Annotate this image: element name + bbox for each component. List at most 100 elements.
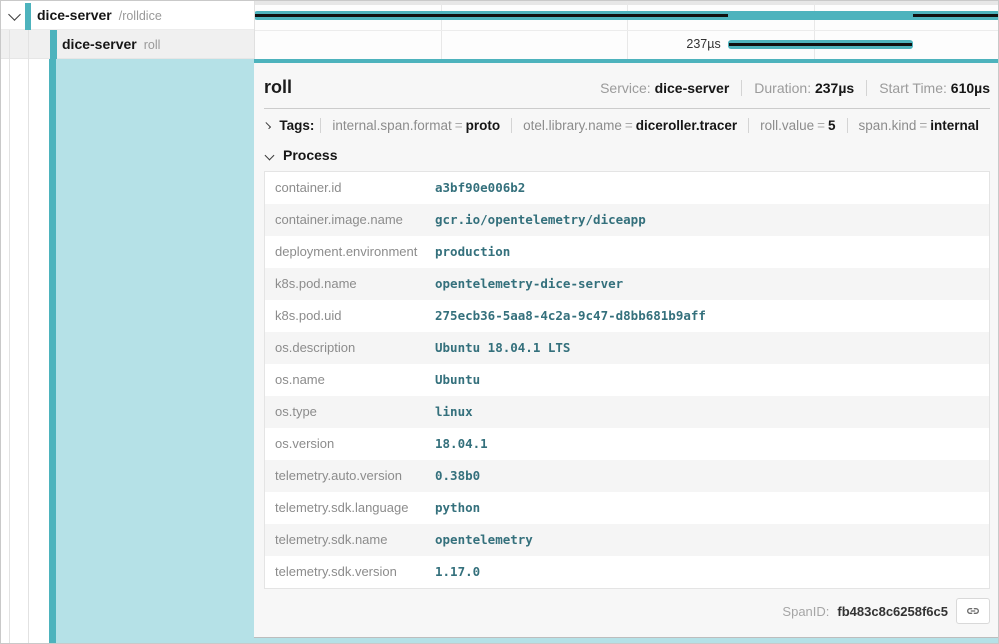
table-row: os.typelinux [265, 396, 990, 428]
name-column-divider[interactable] [254, 1, 255, 59]
trace-view: 237µs dice-server/rolldice dice-serverro… [0, 0, 999, 644]
table-row: telemetry.sdk.languagepython [265, 492, 990, 524]
chevron-down-icon[interactable] [265, 150, 275, 160]
table-row: deployment.environmentproduction [265, 236, 990, 268]
span-detail-header: roll Service: dice-server Duration: 237µ… [264, 63, 990, 108]
table-row: os.version18.04.1 [265, 428, 990, 460]
table-row: os.nameUbuntu [265, 364, 990, 396]
spanid-value: fb483c8c6258f6c5 [837, 604, 948, 619]
tag-item: otel.library.name=diceroller.tracer [511, 118, 748, 133]
process-value: 1.17.0 [435, 556, 990, 589]
stat-label: Start Time: [879, 80, 947, 96]
process-key: container.id [265, 172, 436, 205]
span-row-roll[interactable]: dice-server roll [1, 30, 254, 59]
tag-equals: = [622, 118, 636, 133]
timeline-row-divider [254, 30, 999, 31]
tags-toggle-row[interactable]: Tags: internal.span.format=proto otel.li… [264, 109, 990, 140]
timeline-area: 237µs [254, 1, 999, 59]
process-key: os.version [265, 428, 436, 460]
span-bar-roll-core [729, 43, 912, 46]
process-key: telemetry.sdk.name [265, 524, 436, 556]
stat-value: dice-server [655, 80, 730, 96]
process-key: k8s.pod.name [265, 268, 436, 300]
indent-guide-line [28, 30, 29, 643]
span-bar-rolldice-self-segment [913, 14, 999, 17]
process-value: Ubuntu 18.04.1 LTS [435, 332, 990, 364]
stat-duration: Duration: 237µs [741, 80, 866, 96]
stat-value: 237µs [815, 80, 854, 96]
process-value: opentelemetry-dice-server [435, 268, 990, 300]
tag-key: roll.value [760, 118, 814, 133]
stat-label: Service: [600, 80, 651, 96]
tag-equals: = [452, 118, 466, 133]
process-table: container.ida3bf90e006b2 container.image… [264, 171, 990, 589]
process-key: os.name [265, 364, 436, 396]
table-row: os.descriptionUbuntu 18.04.1 LTS [265, 332, 990, 364]
stat-service: Service: dice-server [588, 80, 741, 96]
process-label: Process [283, 147, 337, 163]
tag-value: 5 [828, 118, 836, 133]
process-key: deployment.environment [265, 236, 436, 268]
tag-item: internal.span.format=proto [320, 118, 511, 133]
tag-equals: = [814, 118, 828, 133]
process-value: linux [435, 396, 990, 428]
span-detail-footer: SpanID: fb483c8c6258f6c5 [264, 589, 990, 633]
process-value: 0.38b0 [435, 460, 990, 492]
process-value: 18.04.1 [435, 428, 990, 460]
chevron-right-icon[interactable] [264, 122, 271, 129]
span-color-stripe [49, 59, 56, 643]
process-value: a3bf90e006b2 [435, 172, 990, 205]
table-row: k8s.pod.nameopentelemetry-dice-server [265, 268, 990, 300]
tag-item: span.kind=internal [847, 118, 990, 133]
span-row-rolldice[interactable]: dice-server/rolldice [1, 1, 254, 30]
operation-name-text: /rolldice [119, 9, 162, 23]
process-value: production [435, 236, 990, 268]
table-row: telemetry.auto.version0.38b0 [265, 460, 990, 492]
span-color-stripe [25, 3, 31, 30]
tags-label: Tags: [279, 118, 314, 133]
table-row: k8s.pod.uid275ecb36-5aa8-4c2a-9c47-d8bb6… [265, 300, 990, 332]
process-key: telemetry.auto.version [265, 460, 436, 492]
process-key: telemetry.sdk.version [265, 556, 436, 589]
spanid-label: SpanID: [782, 604, 829, 619]
table-row: telemetry.sdk.nameopentelemetry [265, 524, 990, 556]
process-value: gcr.io/opentelemetry/diceapp [435, 204, 990, 236]
span-service-name[interactable]: dice-server/rolldice [37, 1, 162, 31]
process-key: os.type [265, 396, 436, 428]
tag-value: proto [466, 118, 501, 133]
span-service-name[interactable]: dice-server roll [62, 30, 160, 60]
service-name-text: dice-server [62, 36, 137, 52]
stat-start-time: Start Time: 610µs [866, 80, 990, 96]
link-icon [965, 603, 981, 619]
process-value: Ubuntu [435, 364, 990, 396]
indent-guide-line [9, 30, 10, 643]
span-bar-rolldice-self-segment [254, 14, 728, 17]
process-value: python [435, 492, 990, 524]
table-row: container.image.namegcr.io/opentelemetry… [265, 204, 990, 236]
tag-value: internal [930, 118, 979, 133]
process-value: opentelemetry [435, 524, 990, 556]
operation-name-text: roll [144, 38, 161, 52]
tag-key: otel.library.name [523, 118, 622, 133]
process-toggle-row[interactable]: Process [264, 140, 990, 169]
tag-equals: = [916, 118, 930, 133]
tag-key: span.kind [859, 118, 917, 133]
span-detail-card: roll Service: dice-server Duration: 237µ… [254, 59, 999, 638]
span-title: roll [264, 77, 292, 98]
selected-span-region: roll Service: dice-server Duration: 237µ… [1, 59, 998, 643]
process-key: k8s.pod.uid [265, 300, 436, 332]
chevron-down-icon[interactable] [8, 8, 21, 21]
table-row: container.ida3bf90e006b2 [265, 172, 990, 205]
process-key: os.description [265, 332, 436, 364]
span-duration-label: 237µs [686, 30, 720, 59]
span-stats: Service: dice-server Duration: 237µs Sta… [588, 80, 990, 96]
stat-value: 610µs [951, 80, 990, 96]
process-key: telemetry.sdk.language [265, 492, 436, 524]
span-color-stripe [50, 30, 57, 59]
process-value: 275ecb36-5aa8-4c2a-9c47-d8bb681b9aff [435, 300, 990, 332]
service-name-text: dice-server [37, 7, 112, 23]
copy-span-link-button[interactable] [956, 598, 990, 624]
table-row: telemetry.sdk.version1.17.0 [265, 556, 990, 589]
tag-item: roll.value=5 [748, 118, 846, 133]
stat-label: Duration: [754, 80, 811, 96]
